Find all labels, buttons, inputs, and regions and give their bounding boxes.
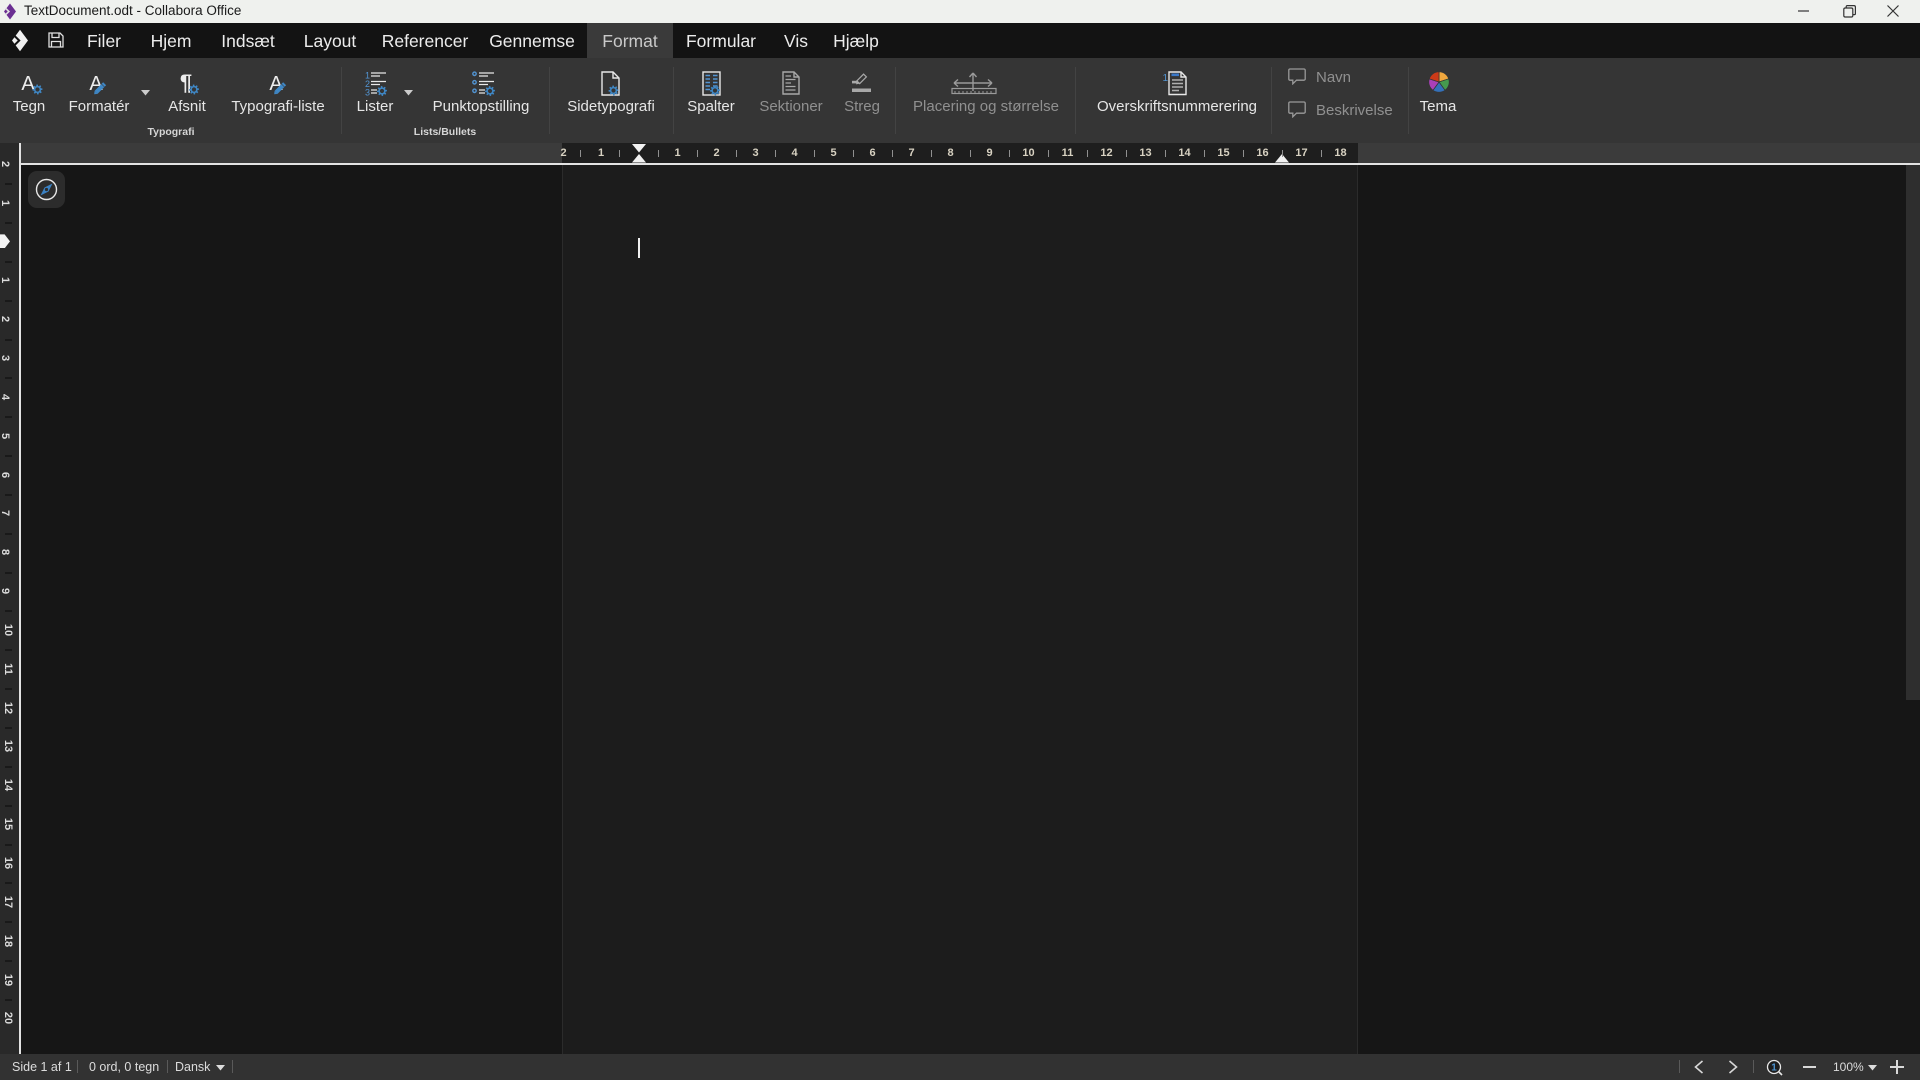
svg-text:A: A bbox=[21, 73, 35, 95]
svg-text:¶: ¶ bbox=[180, 70, 192, 95]
svg-text:3: 3 bbox=[365, 88, 370, 97]
svg-text:1: 1 bbox=[1771, 1063, 1777, 1074]
svg-text:1: 1 bbox=[1163, 73, 1169, 84]
